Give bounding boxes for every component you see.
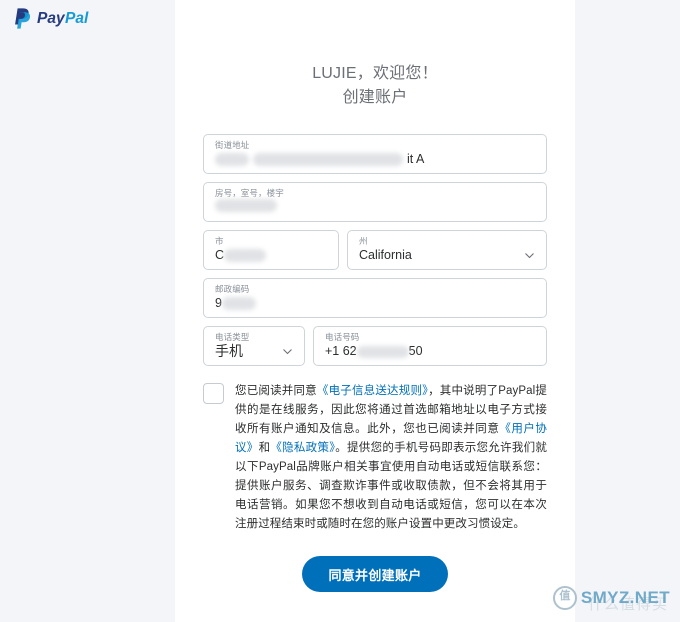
state-select[interactable]: 州 California [347, 230, 547, 270]
paypal-logo[interactable]: Pay Pal [12, 6, 109, 35]
chevron-down-icon [524, 250, 535, 261]
consent-block: 您已阅读并同意《电子信息送达规则》，其中说明了PayPal提供的是在线服务，因此… [203, 382, 547, 534]
consent-link-1[interactable]: 《电子信息送达规则》 [317, 385, 428, 397]
state-label: 州 [359, 236, 368, 246]
redacted-blur [221, 297, 256, 310]
consent-text: 您已阅读并同意《电子信息送达规则》，其中说明了PayPal提供的是在线服务，因此… [235, 382, 547, 534]
phone-type-select[interactable]: 电话类型 手机 [203, 326, 305, 366]
redacted-blur [253, 153, 403, 166]
consent-text-segment-6: 。提供您的手机号码即表示您允许我们就以下PayPal品牌账户相关事宜使用自动电话… [235, 442, 548, 530]
create-account-heading: 创建账户 [342, 89, 408, 106]
phone-number-label: 电话号码 [325, 332, 360, 342]
phone-number-prefix: +1 62 [325, 344, 357, 358]
unit-field[interactable]: 房号，室号，楼宇 [203, 182, 547, 222]
state-value: California [359, 248, 412, 262]
consent-text-segment-4: 和 [258, 442, 271, 454]
redacted-blur [215, 199, 277, 212]
signup-card: LUJIE，欢迎您！ 创建账户 街道地址 it A 房号，室号，楼宇 市 C 州… [175, 0, 575, 622]
phone-type-label: 电话类型 [215, 332, 250, 342]
unit-value [215, 199, 535, 212]
phone-number-value: +1 62 50 [325, 343, 535, 360]
city-value: C [215, 247, 327, 264]
watermark-text: SMYZ.NET [580, 588, 670, 607]
street-address-visible-text: it A [407, 152, 425, 166]
unit-label: 房号，室号，楼宇 [215, 188, 284, 198]
street-address-label: 街道地址 [215, 140, 250, 150]
signup-form: 街道地址 it A 房号，室号，楼宇 市 C 州 California 邮政编码… [203, 134, 547, 366]
consent-text-segment-0: 您已阅读并同意 [235, 385, 317, 397]
postal-visible-text: 9 [215, 296, 222, 310]
paypal-p-mark-icon [12, 6, 32, 35]
street-address-field[interactable]: 街道地址 it A [203, 134, 547, 174]
phone-type-value: 手机 [215, 343, 243, 359]
submit-row: 同意并创建账户 [203, 556, 547, 592]
svg-text:Pal: Pal [65, 10, 89, 27]
chevron-down-icon [282, 346, 293, 357]
postal-code-field[interactable]: 邮政编码 9 [203, 278, 547, 318]
phone-row: 电话类型 手机 电话号码 +1 62 50 [203, 326, 547, 366]
watermark-badge-icon: 值 [552, 586, 577, 610]
phone-number-suffix: 50 [408, 344, 423, 358]
city-visible-text: C [215, 248, 225, 262]
city-field[interactable]: 市 C [203, 230, 339, 270]
postal-code-value: 9 [215, 295, 535, 312]
phone-number-field[interactable]: 电话号码 +1 62 50 [313, 326, 547, 366]
redacted-blur [224, 249, 267, 262]
postal-code-label: 邮政编码 [215, 284, 250, 294]
paypal-wordmark: Pay Pal [37, 8, 109, 33]
street-address-value: it A [215, 151, 535, 168]
city-label: 市 [215, 236, 224, 246]
page-title: LUJIE，欢迎您！ 创建账户 [203, 0, 547, 110]
consent-checkbox[interactable] [203, 383, 224, 404]
redacted-blur [215, 153, 249, 166]
redacted-blur [356, 345, 409, 358]
agree-and-create-account-button[interactable]: 同意并创建账户 [302, 556, 448, 592]
consent-link-5[interactable]: 《隐私政策》 [270, 442, 335, 454]
page-header: Pay Pal [0, 0, 175, 40]
svg-text:Pay: Pay [37, 10, 66, 27]
city-state-row: 市 C 州 California [203, 230, 547, 270]
watermark: 值 SMYZ.NET [552, 586, 670, 610]
welcome-heading: LUJIE，欢迎您！ [312, 65, 438, 82]
